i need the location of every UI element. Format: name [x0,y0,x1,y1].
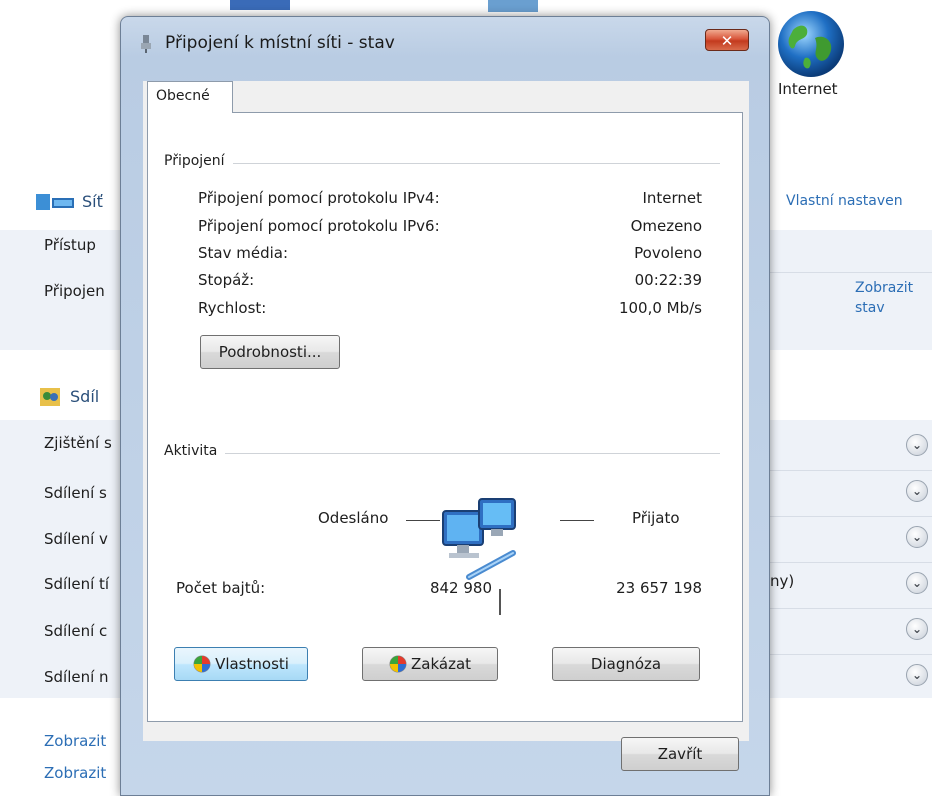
media-state-value: Povoleno [634,244,702,262]
sharing-row-label: Sdílení s [44,484,107,502]
received-dash [560,520,594,521]
bytes-received-value: 23 657 198 [616,579,702,597]
group-rule [164,163,720,164]
details-button[interactable]: Podrobnosti... [200,335,340,369]
ipv6-value: Omezeno [630,217,702,235]
network-plug-icon [141,35,151,53]
speed-label: Rychlost: [198,299,267,317]
divider [760,470,932,471]
divider [760,516,932,517]
sent-label: Odesláno [318,509,389,527]
sharing-row-label: Sdílení tí [44,575,110,593]
internet-globe-icon[interactable] [775,8,847,80]
uac-shield-icon [193,655,211,673]
show-status-link[interactable]: Zobrazit stav [855,278,913,318]
sharing-row-label: Zjištění s [44,434,112,452]
ipv4-value: Internet [642,189,702,207]
network-heading: Síť [36,190,103,212]
general-tab-panel: Připojení Připojení pomocí protokolu IPv… [147,112,743,722]
bytes-label: Počet bajtů: [176,579,266,597]
media-state-label: Stav média: [198,244,289,262]
chevron-down-icon[interactable]: ⌄ [906,618,928,640]
chevron-down-icon[interactable]: ⌄ [906,434,928,456]
activity-group-title: Aktivita [164,443,226,459]
title-bar[interactable]: Připojení k místní síti - stav ✕ [121,17,769,73]
partial-setting-text: ny) [770,572,795,590]
divider [760,562,932,563]
network-bench-icon [36,194,74,210]
connections-label: Připojen [44,282,105,300]
ipv4-label: Připojení pomocí protokolu IPv4: [198,189,440,207]
disable-button-label[interactable]: Zakázat [411,655,471,673]
show-all-link-2[interactable]: Zobrazit [44,764,106,782]
sharing-row-label: Sdílení v [44,530,108,548]
chevron-down-icon[interactable]: ⌄ [906,664,928,686]
properties-button[interactable]: Vlastnosti [174,647,308,681]
show-all-link[interactable]: Zobrazit [44,732,106,750]
duration-value: 00:22:39 [634,271,702,289]
speed-value: 100,0 Mb/s [618,299,702,317]
access-type-label: Přístup [44,236,96,254]
connection-status-dialog: Připojení k místní síti - stav ✕ Obecné … [120,16,770,796]
sharing-row-label: Sdílení c [44,622,108,640]
received-label: Přijato [632,509,680,527]
network-icon-fragment [488,0,538,12]
dialog-title: Připojení k místní síti - stav [165,33,395,53]
network-activity-icon [442,498,516,580]
chevron-down-icon[interactable]: ⌄ [906,480,928,502]
uac-shield-icon [389,655,407,673]
computer-icon-fragment [230,0,290,10]
show-status-line1[interactable]: Zobrazit [855,278,913,298]
properties-button-label[interactable]: Vlastnosti [215,655,289,673]
sharing-icon [40,387,60,406]
ipv6-label: Připojení pomocí protokolu IPv6: [198,217,440,235]
sent-dash [406,520,440,521]
diagnose-button[interactable]: Diagnóza [552,647,700,681]
show-status-line2[interactable]: stav [855,298,913,318]
internet-label: Internet [778,80,838,98]
network-heading-label: Síť [82,191,103,211]
sharing-heading-label: Sdíl [70,387,100,406]
group-rule [164,453,720,454]
chevron-down-icon[interactable]: ⌄ [906,572,928,594]
chevron-down-icon[interactable]: ⌄ [906,526,928,548]
divider [760,608,932,609]
divider [760,654,932,655]
divider [760,272,932,273]
close-button[interactable]: Zavřít [621,737,739,771]
duration-label: Stopáž: [198,271,255,289]
sharing-row-label: Sdílení n [44,668,109,686]
activity-divider [499,589,501,615]
connection-group-title: Připojení [164,153,233,169]
disable-button[interactable]: Zakázat [362,647,498,681]
tab-general[interactable]: Obecné [147,81,233,113]
customize-link[interactable]: Vlastní nastaven [786,193,903,209]
dialog-client-area: Obecné Připojení Připojení pomocí protok… [143,81,749,771]
sharing-heading: Sdíl [40,387,99,406]
close-window-button[interactable]: ✕ [705,29,749,51]
